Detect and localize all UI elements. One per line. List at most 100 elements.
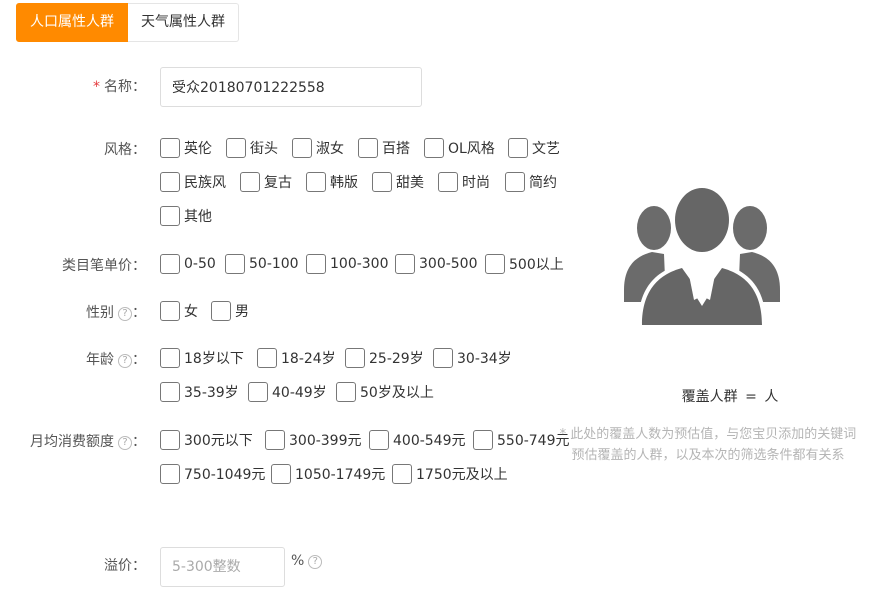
style-option[interactable]: 淑女 (292, 137, 344, 159)
spend-option[interactable]: 400-549元 (369, 429, 466, 451)
spend-option[interactable]: 300-399元 (265, 429, 362, 451)
price-option-label: 300-500 (419, 256, 478, 272)
style-option-label: 街头 (250, 141, 278, 157)
checkbox[interactable] (160, 301, 180, 321)
tab-demographic-audience[interactable]: 人口属性人群 (16, 3, 128, 42)
price-option[interactable]: 500以上 (485, 253, 564, 275)
checkbox[interactable] (433, 348, 453, 368)
style-option[interactable]: 民族风 (160, 171, 226, 193)
name-label-text: 名称： (104, 79, 146, 95)
price-option[interactable]: 300-500 (395, 253, 478, 275)
question-circle-icon[interactable]: ? (118, 354, 132, 368)
style-option[interactable]: 街头 (226, 137, 278, 159)
checkbox[interactable] (508, 138, 528, 158)
checkbox[interactable] (160, 348, 180, 368)
question-circle-icon[interactable]: ? (118, 436, 132, 450)
gender-option-female[interactable]: 女 (160, 300, 198, 322)
style-option[interactable]: 韩版 (306, 171, 358, 193)
style-option[interactable]: 其他 (160, 205, 212, 227)
checkbox[interactable] (160, 138, 180, 158)
age-option[interactable]: 30-34岁 (433, 347, 512, 369)
age-option[interactable]: 18岁以下 (160, 347, 244, 369)
style-option[interactable]: 文艺 (508, 137, 560, 159)
checkbox[interactable] (160, 254, 180, 274)
checkbox[interactable] (160, 172, 180, 192)
gender-label: 性别?： (0, 302, 146, 322)
checkbox[interactable] (336, 382, 356, 402)
price-option[interactable]: 50-100 (225, 253, 299, 275)
checkbox[interactable] (306, 172, 326, 192)
spend-option-label: 1050-1749元 (295, 467, 386, 483)
checkbox[interactable] (240, 172, 260, 192)
spend-option[interactable]: 300元以下 (160, 429, 253, 451)
price-option[interactable]: 0-50 (160, 253, 216, 275)
spend-option-label: 300-399元 (289, 433, 362, 449)
checkbox[interactable] (395, 254, 415, 274)
price-option[interactable]: 100-300 (306, 253, 389, 275)
spend-label-colon: ： (132, 434, 146, 450)
age-option-label: 18-24岁 (281, 351, 336, 367)
checkbox[interactable] (160, 464, 180, 484)
coverage-unit: 人 (764, 389, 779, 405)
premium-input[interactable] (160, 547, 285, 587)
style-option[interactable]: 时尚 (438, 171, 490, 193)
age-option-label: 40-49岁 (272, 385, 327, 401)
checkbox[interactable] (265, 430, 285, 450)
checkbox[interactable] (211, 301, 231, 321)
checkbox[interactable] (292, 138, 312, 158)
name-input[interactable] (160, 67, 422, 107)
spend-option[interactable]: 1750元及以上 (392, 463, 508, 485)
style-option[interactable]: 甜美 (372, 171, 424, 193)
checkbox[interactable] (345, 348, 365, 368)
checkbox[interactable] (485, 254, 505, 274)
checkbox[interactable] (358, 138, 378, 158)
coverage-summary: 覆盖人群 = 人 (620, 386, 840, 406)
price-option-label: 0-50 (184, 256, 216, 272)
checkbox[interactable] (271, 464, 291, 484)
question-circle-icon[interactable]: ? (118, 307, 132, 321)
checkbox[interactable] (226, 138, 246, 158)
checkbox[interactable] (424, 138, 444, 158)
age-option[interactable]: 50岁及以上 (336, 381, 434, 403)
age-option[interactable]: 18-24岁 (257, 347, 336, 369)
spend-option-label: 400-549元 (393, 433, 466, 449)
style-option[interactable]: 百搭 (358, 137, 410, 159)
coverage-note: * 此处的覆盖人数为预估值，与您宝贝添加的关键词预估覆盖的人群，以及本次的筛选条… (559, 427, 857, 463)
age-option[interactable]: 40-49岁 (248, 381, 327, 403)
age-option-label: 25-29岁 (369, 351, 424, 367)
style-option-label: 复古 (264, 175, 292, 191)
coverage-equals: = (745, 389, 757, 405)
style-option[interactable]: OL风格 (424, 137, 495, 159)
age-option[interactable]: 25-29岁 (345, 347, 424, 369)
style-option[interactable]: 英伦 (160, 137, 212, 159)
price-option-label: 100-300 (330, 256, 389, 272)
checkbox[interactable] (369, 430, 389, 450)
style-option-label: 韩版 (330, 175, 358, 191)
tab-weather-audience[interactable]: 天气属性人群 (128, 3, 239, 42)
checkbox[interactable] (372, 172, 392, 192)
checkbox[interactable] (505, 172, 525, 192)
spend-option[interactable]: 1050-1749元 (271, 463, 385, 485)
checkbox[interactable] (248, 382, 268, 402)
checkbox[interactable] (257, 348, 277, 368)
style-option[interactable]: 简约 (505, 171, 557, 193)
age-option-label: 30-34岁 (457, 351, 512, 367)
checkbox[interactable] (160, 206, 180, 226)
checkbox[interactable] (225, 254, 245, 274)
checkbox[interactable] (160, 382, 180, 402)
style-option-label: 淑女 (316, 141, 344, 157)
gender-option-male[interactable]: 男 (211, 300, 249, 322)
checkbox[interactable] (392, 464, 412, 484)
style-option-label: OL风格 (448, 141, 495, 157)
checkbox[interactable] (306, 254, 326, 274)
checkbox[interactable] (160, 430, 180, 450)
name-label: * 名称： (0, 76, 146, 96)
spend-option[interactable]: 750-1049元 (160, 463, 265, 485)
percent-sign: % (291, 553, 305, 569)
checkbox[interactable] (438, 172, 458, 192)
checkbox[interactable] (473, 430, 493, 450)
gender-option-label: 男 (235, 304, 249, 320)
age-option[interactable]: 35-39岁 (160, 381, 239, 403)
question-circle-icon[interactable]: ? (308, 555, 323, 569)
style-option[interactable]: 复古 (240, 171, 292, 193)
